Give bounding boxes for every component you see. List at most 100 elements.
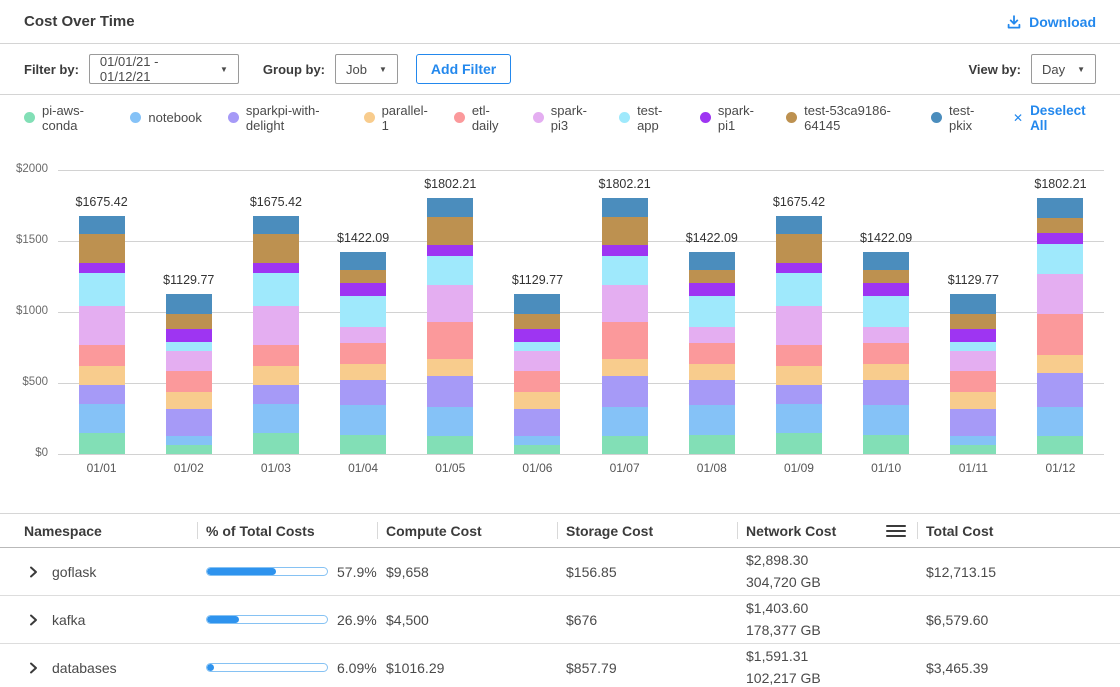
bar-segment-spark-pi3[interactable] <box>514 351 560 371</box>
bar-segment-etl-daily[interactable] <box>79 345 125 366</box>
bar-segment-test-53ca9186-64145[interactable] <box>253 234 299 263</box>
bar-segment-sparkpi-with-delight[interactable] <box>776 385 822 405</box>
legend-item-pi-aws-conda[interactable]: pi-aws-conda <box>24 103 104 133</box>
bar-segment-test-pkix[interactable] <box>427 198 473 217</box>
bar-segment-pi-aws-conda[interactable] <box>427 436 473 454</box>
deselect-all-button[interactable]: ✕ Deselect All <box>1013 103 1096 133</box>
bar-segment-test-app[interactable] <box>776 273 822 306</box>
bar-segment-etl-daily[interactable] <box>602 322 648 358</box>
bar-segment-pi-aws-conda[interactable] <box>863 435 909 454</box>
bar-segment-pi-aws-conda[interactable] <box>689 435 735 454</box>
bar-segment-notebook[interactable] <box>166 436 212 445</box>
bar-segment-test-app[interactable] <box>427 256 473 286</box>
view-by-select[interactable]: Day ▼ <box>1031 54 1096 84</box>
bar-segment-parallel-1[interactable] <box>79 366 125 385</box>
bar-segment-pi-aws-conda[interactable] <box>340 435 386 454</box>
bar-segment-test-pkix[interactable] <box>776 216 822 234</box>
bar-segment-sparkpi-with-delight[interactable] <box>950 409 996 436</box>
bar-segment-test-53ca9186-64145[interactable] <box>79 234 125 263</box>
bar-segment-spark-pi3[interactable] <box>340 327 386 344</box>
bar-segment-spark-pi1[interactable] <box>776 263 822 273</box>
bar-segment-test-53ca9186-64145[interactable] <box>950 314 996 329</box>
bar-segment-spark-pi3[interactable] <box>79 306 125 345</box>
bar-segment-etl-daily[interactable] <box>1037 314 1083 355</box>
bar-segment-etl-daily[interactable] <box>689 343 735 364</box>
date-range-select[interactable]: 01/01/21 - 01/12/21 ▼ <box>89 54 239 84</box>
bar-segment-test-53ca9186-64145[interactable] <box>166 314 212 329</box>
bar-segment-pi-aws-conda[interactable] <box>253 433 299 454</box>
stacked-bar-01/12[interactable] <box>1037 198 1083 454</box>
bar-segment-pi-aws-conda[interactable] <box>514 445 560 454</box>
chevron-right-icon[interactable] <box>26 613 40 627</box>
stacked-bar-01/03[interactable] <box>253 216 299 454</box>
bar-segment-sparkpi-with-delight[interactable] <box>340 380 386 406</box>
bar-segment-test-53ca9186-64145[interactable] <box>427 217 473 245</box>
bar-segment-spark-pi1[interactable] <box>514 329 560 342</box>
legend-item-test-53ca9186-64145[interactable]: test-53ca9186-64145 <box>786 103 905 133</box>
bar-segment-parallel-1[interactable] <box>427 359 473 376</box>
bar-segment-pi-aws-conda[interactable] <box>602 436 648 454</box>
stacked-bar-01/04[interactable] <box>340 252 386 454</box>
bar-segment-notebook[interactable] <box>950 436 996 445</box>
bar-segment-sparkpi-with-delight[interactable] <box>79 385 125 405</box>
bar-segment-test-53ca9186-64145[interactable] <box>602 217 648 245</box>
stacked-bar-01/06[interactable] <box>514 294 560 454</box>
bar-segment-spark-pi1[interactable] <box>950 329 996 342</box>
bar-segment-notebook[interactable] <box>776 404 822 433</box>
bar-segment-sparkpi-with-delight[interactable] <box>253 385 299 405</box>
legend-item-spark-pi3[interactable]: spark-pi3 <box>533 103 593 133</box>
bar-segment-test-53ca9186-64145[interactable] <box>689 270 735 283</box>
bar-segment-spark-pi1[interactable] <box>689 283 735 295</box>
stacked-bar-01/10[interactable] <box>863 252 909 454</box>
add-filter-button[interactable]: Add Filter <box>416 54 511 84</box>
bar-segment-spark-pi3[interactable] <box>427 285 473 322</box>
bar-segment-spark-pi1[interactable] <box>863 283 909 295</box>
legend-item-parallel-1[interactable]: parallel-1 <box>364 103 428 133</box>
bar-segment-test-pkix[interactable] <box>950 294 996 314</box>
stacked-bar-01/07[interactable] <box>602 198 648 454</box>
bar-segment-parallel-1[interactable] <box>602 359 648 376</box>
legend-item-notebook[interactable]: notebook <box>130 110 202 125</box>
legend-item-spark-pi1[interactable]: spark-pi1 <box>700 103 760 133</box>
bar-segment-spark-pi1[interactable] <box>166 329 212 342</box>
bar-segment-spark-pi3[interactable] <box>602 285 648 322</box>
bar-segment-notebook[interactable] <box>514 436 560 445</box>
chevron-right-icon[interactable] <box>26 565 40 579</box>
bar-segment-test-53ca9186-64145[interactable] <box>514 314 560 329</box>
legend-item-sparkpi-with-delight[interactable]: sparkpi-with-delight <box>228 103 338 133</box>
bar-segment-spark-pi3[interactable] <box>689 327 735 344</box>
bar-segment-notebook[interactable] <box>340 405 386 435</box>
bar-segment-etl-daily[interactable] <box>863 343 909 364</box>
bar-segment-sparkpi-with-delight[interactable] <box>166 409 212 436</box>
bar-segment-notebook[interactable] <box>1037 407 1083 436</box>
bar-segment-test-pkix[interactable] <box>602 198 648 217</box>
download-button[interactable]: Download <box>1006 14 1096 30</box>
legend-item-test-app[interactable]: test-app <box>619 103 674 133</box>
bar-segment-etl-daily[interactable] <box>340 343 386 364</box>
bar-segment-notebook[interactable] <box>427 407 473 436</box>
bar-segment-parallel-1[interactable] <box>863 364 909 380</box>
bar-segment-test-pkix[interactable] <box>514 294 560 314</box>
bar-segment-pi-aws-conda[interactable] <box>950 445 996 454</box>
bar-segment-spark-pi3[interactable] <box>1037 274 1083 314</box>
bar-segment-test-app[interactable] <box>79 273 125 306</box>
bar-segment-notebook[interactable] <box>79 404 125 433</box>
bar-segment-test-pkix[interactable] <box>689 252 735 270</box>
bar-segment-spark-pi3[interactable] <box>253 306 299 345</box>
bar-segment-pi-aws-conda[interactable] <box>166 445 212 454</box>
legend-item-test-pkix[interactable]: test-pkix <box>931 103 987 133</box>
bar-segment-test-pkix[interactable] <box>340 252 386 270</box>
bar-segment-test-53ca9186-64145[interactable] <box>340 270 386 283</box>
stacked-bar-01/08[interactable] <box>689 252 735 454</box>
stacked-bar-01/11[interactable] <box>950 294 996 454</box>
column-menu-icon[interactable] <box>885 523 907 539</box>
bar-segment-test-app[interactable] <box>602 256 648 286</box>
bar-segment-spark-pi3[interactable] <box>863 327 909 344</box>
bar-segment-test-app[interactable] <box>514 342 560 351</box>
bar-segment-test-pkix[interactable] <box>79 216 125 234</box>
bar-segment-test-53ca9186-64145[interactable] <box>863 270 909 283</box>
bar-segment-test-app[interactable] <box>689 296 735 327</box>
bar-segment-etl-daily[interactable] <box>166 371 212 393</box>
bar-segment-etl-daily[interactable] <box>514 371 560 393</box>
bar-segment-parallel-1[interactable] <box>776 366 822 385</box>
